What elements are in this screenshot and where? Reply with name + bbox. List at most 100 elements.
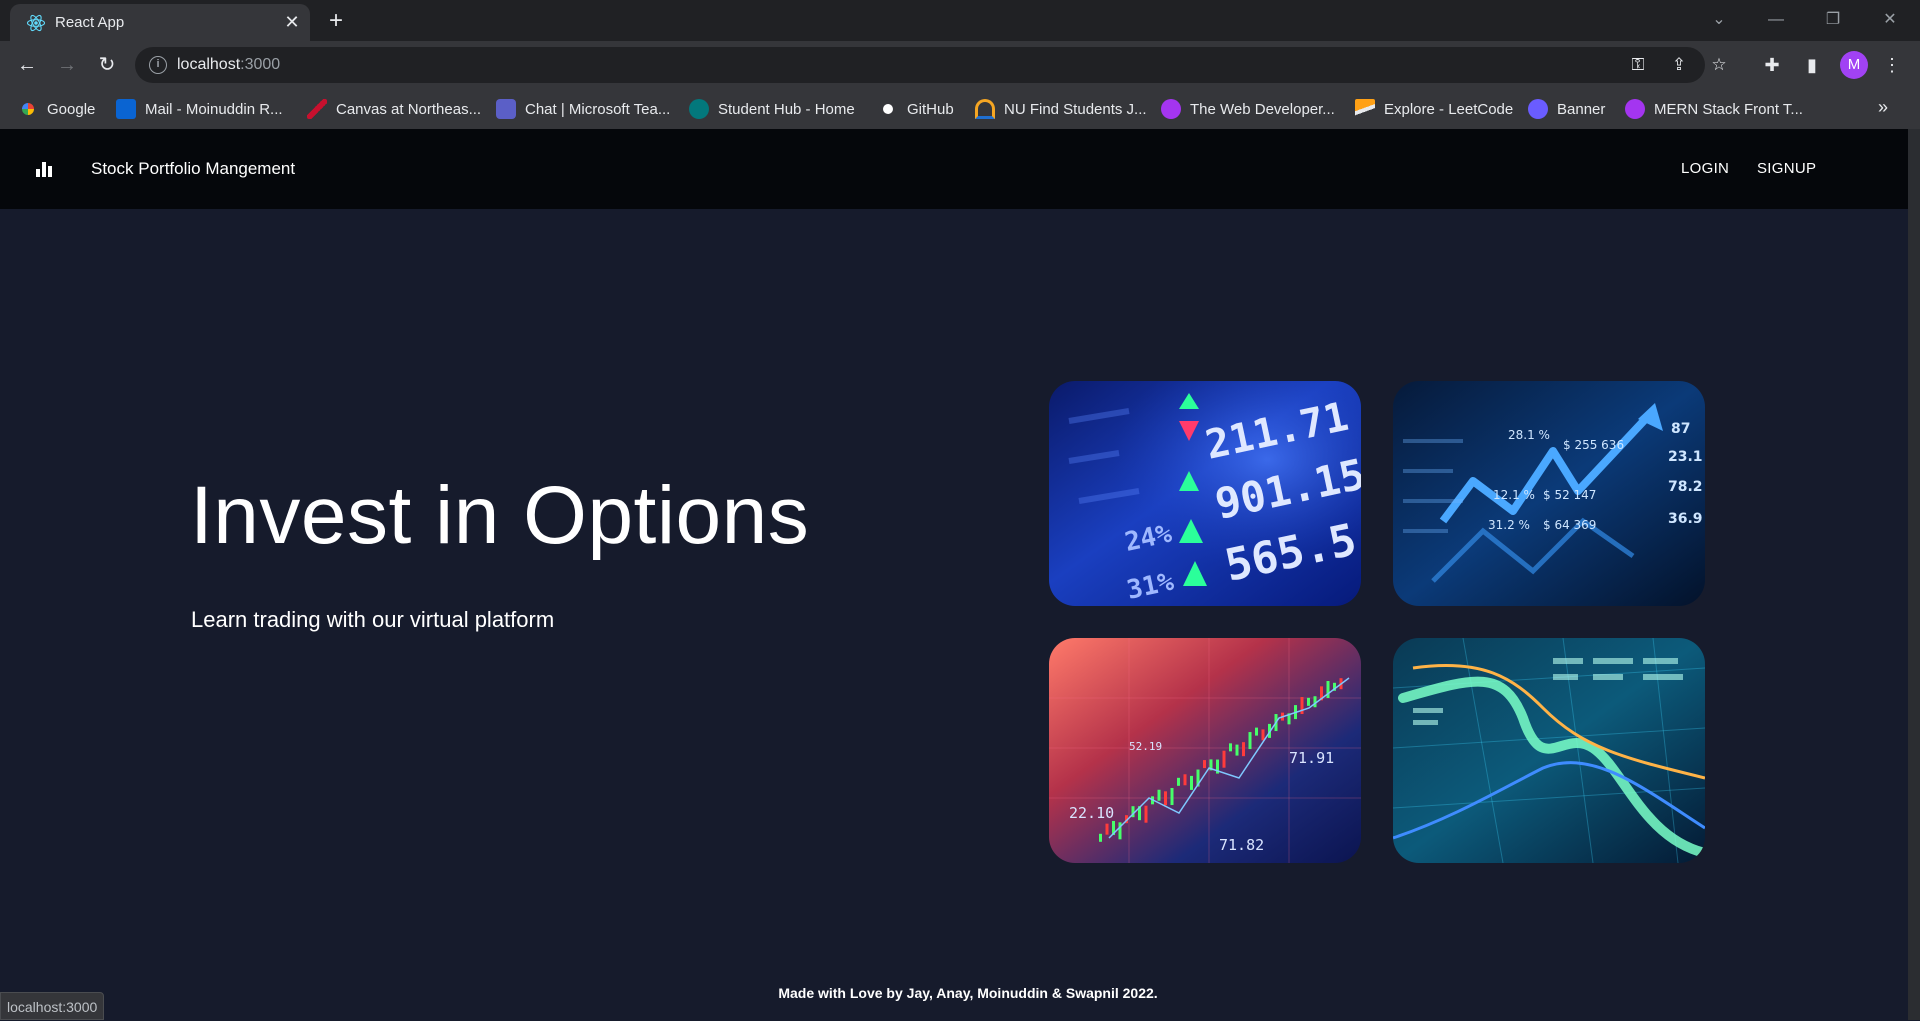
close-window-icon[interactable]: ✕: [1870, 6, 1910, 34]
bookmark-teams[interactable]: Chat | Microsoft Tea...: [496, 97, 670, 121]
candle: [1242, 742, 1245, 757]
candle: [1222, 750, 1226, 768]
ticker-graphic: 211.71 901.15 565.5 24% 31%: [1049, 381, 1361, 606]
tab-strip: React App ✕ + ⌄ — ❐ ✕: [0, 0, 1920, 41]
profile-avatar[interactable]: M: [1840, 51, 1868, 79]
candle: [1118, 822, 1122, 840]
chevron-double-right-icon[interactable]: »: [1878, 97, 1888, 118]
address-bar[interactable]: i localhost:3000 ⚿ ⇪ ☆: [135, 47, 1727, 83]
bookmark-label: Student Hub - Home: [718, 100, 855, 118]
arrow-stat: $ 52 147: [1543, 488, 1596, 502]
candle: [1313, 696, 1317, 708]
bookmark-google[interactable]: Google: [18, 97, 95, 121]
page-scrollbar[interactable]: [1908, 129, 1920, 1020]
tab-search-icon[interactable]: ⌄: [1699, 6, 1739, 34]
arrow-stat: 23.1: [1668, 449, 1703, 465]
hero-title: Invest in Options: [190, 470, 810, 561]
sharepoint-icon: [689, 99, 709, 119]
arrow-graphic: 28.1 % $ 255 636 $ 52 147 $ 64 369 12.1 …: [1393, 381, 1705, 606]
bookmark-star-icon[interactable]: ☆: [1708, 54, 1730, 76]
browser-tab[interactable]: React App ✕: [10, 4, 310, 41]
new-tab-icon[interactable]: +: [322, 8, 350, 36]
candle: [1183, 774, 1187, 786]
candle: [1157, 789, 1161, 801]
hero-subtitle: Learn trading with our virtual platform: [191, 607, 555, 632]
bookmark-banner[interactable]: Banner: [1528, 97, 1605, 121]
candle: [1099, 833, 1102, 842]
candle: [1248, 732, 1252, 750]
leetcode-icon: [1355, 99, 1375, 119]
candle: [1255, 727, 1258, 736]
site-info-icon[interactable]: i: [149, 56, 167, 74]
chart-label: 71.82: [1219, 836, 1264, 854]
menu-kebab-icon[interactable]: ⋮: [1877, 50, 1907, 80]
candlestick-image: 22.10 71.82 71.91 52.19: [1049, 638, 1361, 863]
url-port: :3000: [240, 56, 281, 73]
neon-chart-image: [1393, 638, 1705, 863]
arrow-stat: 36.9: [1668, 511, 1703, 527]
browser-toolbar: ← → ↻ i localhost:3000 ⚿ ⇪ ☆ ✚ ▮ M ⋮: [0, 41, 1920, 89]
bookmark-github[interactable]: GitHub: [878, 97, 954, 121]
bookmark-label: The Web Developer...: [1190, 100, 1335, 118]
bookmark-leetcode[interactable]: Explore - LeetCode: [1355, 97, 1513, 121]
candle: [1190, 775, 1193, 790]
bookmark-label: Mail - Moinuddin R...: [145, 100, 283, 118]
login-button[interactable]: LOGIN: [1681, 160, 1729, 177]
url-host: localhost: [177, 56, 241, 73]
bookmarks-bar: Google Mail - Moinuddin R... Canvas at N…: [0, 89, 1920, 129]
arrow-stat: $ 255 636: [1563, 438, 1624, 452]
google-icon: [18, 99, 38, 119]
extensions-icon[interactable]: ✚: [1757, 50, 1787, 80]
candle: [1261, 729, 1265, 741]
app-navbar: Stock Portfolio Mangement LOGIN SIGNUP: [0, 129, 1908, 209]
chart-label: 52.19: [1129, 740, 1162, 753]
github-icon: [878, 99, 898, 119]
app-title: Stock Portfolio Mangement: [91, 159, 296, 178]
bookmark-label: Banner: [1557, 100, 1606, 118]
bookmark-mern-stack[interactable]: MERN Stack Front T...: [1625, 97, 1803, 121]
chart-label: 22.10: [1069, 804, 1114, 822]
candle: [1105, 823, 1109, 835]
northeastern-icon: [307, 99, 327, 119]
close-tab-icon[interactable]: ✕: [280, 10, 304, 34]
bookmark-label: Canvas at Northeas...: [336, 100, 482, 118]
signup-button[interactable]: SIGNUP: [1757, 160, 1816, 177]
teams-icon: [496, 99, 516, 119]
back-icon[interactable]: ←: [12, 50, 42, 80]
banner-icon: [1528, 99, 1548, 119]
bookmark-web-developer[interactable]: The Web Developer...: [1161, 97, 1335, 121]
candlestick-graphic: 22.10 71.82 71.91 52.19: [1049, 638, 1361, 863]
reload-icon[interactable]: ↻: [92, 50, 122, 80]
udemy-icon: [1625, 99, 1645, 119]
browser-chrome: React App ✕ + ⌄ — ❐ ✕ ← → ↻ i localhost:…: [0, 0, 1920, 129]
bookmark-canvas[interactable]: Canvas at Northeas...: [307, 97, 481, 121]
status-bar: localhost:3000: [0, 992, 105, 1020]
forward-icon[interactable]: →: [52, 50, 82, 80]
side-panel-icon[interactable]: ▮: [1797, 50, 1827, 80]
share-icon[interactable]: ⇪: [1668, 54, 1690, 76]
bookmark-student-hub[interactable]: Student Hub - Home: [689, 97, 855, 121]
candle: [1235, 744, 1239, 756]
candle: [1170, 788, 1174, 806]
stock-ticker-image: 211.71 901.15 565.5 24% 31%: [1049, 381, 1361, 606]
bar-chart-icon: [36, 162, 52, 177]
arrow-stat: $ 64 369: [1543, 518, 1596, 532]
url-text[interactable]: localhost:3000: [177, 56, 280, 74]
candle: [1203, 760, 1206, 769]
minimize-icon[interactable]: —: [1756, 6, 1796, 34]
react-icon: [26, 14, 46, 32]
bookmark-nu-find[interactable]: NU Find Students J...: [975, 97, 1147, 121]
restore-icon[interactable]: ❐: [1813, 6, 1853, 34]
candle: [1229, 743, 1232, 752]
footer-credit: Made with Love by Jay, Anay, Moinuddin &…: [778, 985, 1158, 1001]
app-page: Stock Portfolio Mangement LOGIN SIGNUP I…: [0, 129, 1908, 1020]
key-icon[interactable]: ⚿: [1627, 54, 1649, 76]
arrow-stat: 87: [1671, 421, 1690, 437]
bookmark-mail[interactable]: Mail - Moinuddin R...: [116, 97, 283, 121]
candle: [1144, 805, 1148, 823]
chart-label: 71.91: [1289, 749, 1334, 767]
bookmark-label: MERN Stack Front T...: [1654, 100, 1803, 118]
outlook-icon: [116, 99, 136, 119]
arrow-stat: 12.1 %: [1493, 488, 1535, 502]
bookmark-label: Chat | Microsoft Tea...: [525, 100, 671, 118]
